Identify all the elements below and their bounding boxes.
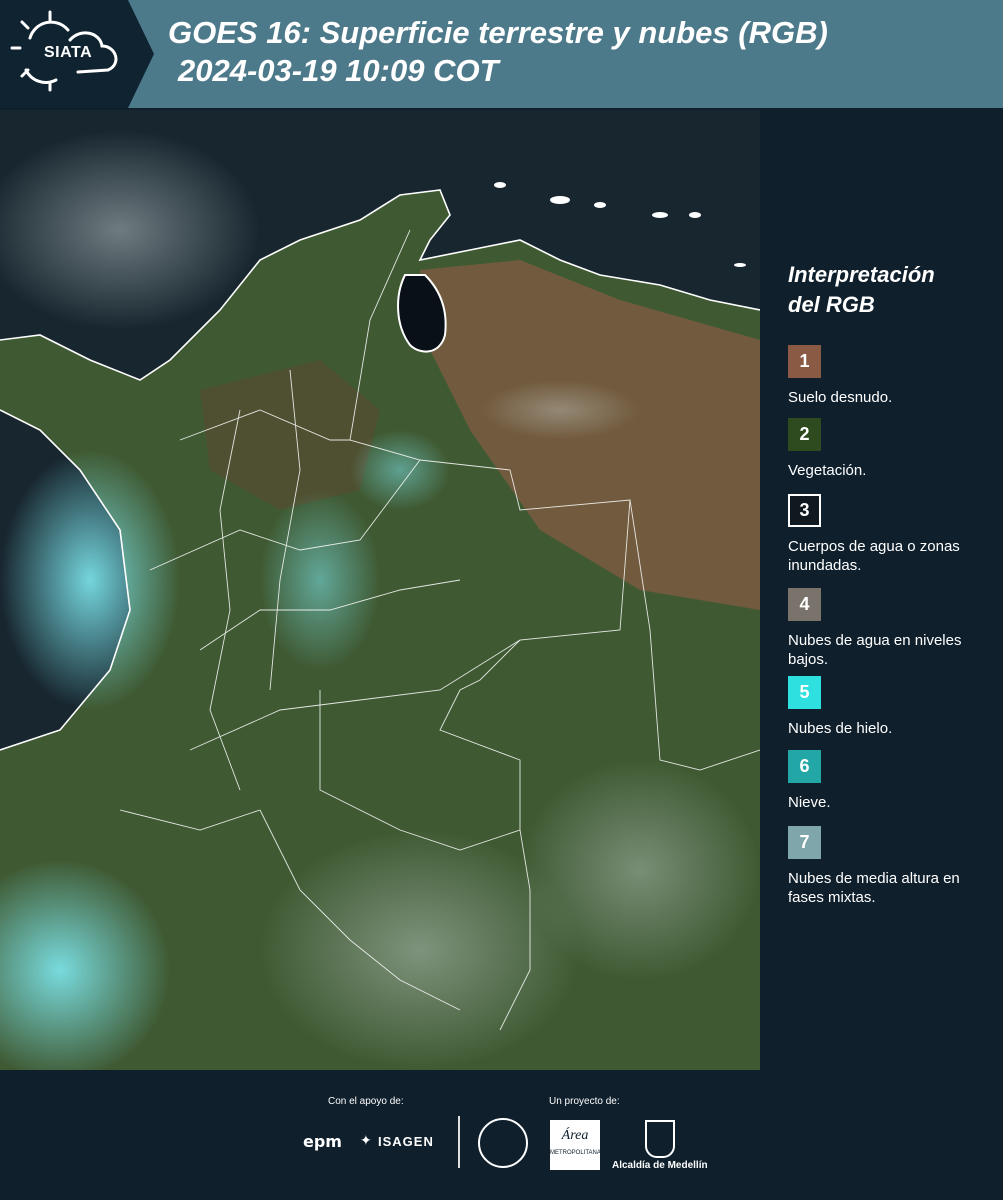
legend-title: Interpretación del RGB <box>788 260 935 320</box>
legend-label: Nubes de hielo. <box>788 720 893 737</box>
legend-item: 3 Cuerpos de agua o zonas inundadas. <box>788 494 998 575</box>
legend-label: Suelo desnudo. <box>788 389 893 406</box>
footer-divider <box>458 1116 460 1168</box>
header: SIATA GOES 16: Superficie terrestre y nu… <box>0 0 1003 108</box>
legend-label: Nieve. <box>788 794 831 811</box>
legend-swatch: 6 <box>788 750 821 783</box>
legend-swatch: 5 <box>788 676 821 709</box>
logo-text: SIATA <box>44 44 93 61</box>
isagen-logo: ISAGEN <box>378 1134 434 1149</box>
legend-swatch: 3 <box>788 494 821 527</box>
legend-item: 7 Nubes de media altura en fases mixtas. <box>788 826 998 907</box>
project-label: Un proyecto de: <box>549 1096 620 1107</box>
title-line-1: GOES 16: Superficie terrestre y nubes (R… <box>168 15 828 50</box>
footer: Con el apoyo de: Un proyecto de: epm ✦ I… <box>0 1070 1003 1200</box>
legend-panel: Interpretación del RGB 1 Suelo desnudo. 2 V… <box>762 110 1003 1070</box>
legend-item: 4 Nubes de agua en niveles bajos. <box>788 588 998 669</box>
alcaldia-label: Alcaldía de Medellín <box>612 1160 708 1171</box>
support-label: Con el apoyo de: <box>328 1096 404 1107</box>
area-metropolitana-logo: Área METROPOLITANA <box>550 1120 601 1170</box>
isagen-icon: ✦ <box>360 1132 372 1148</box>
legend-item: 6 Nieve. <box>788 750 998 812</box>
title-line-2: 2024-03-19 10:09 COT <box>178 53 499 88</box>
satellite-map <box>0 110 760 1070</box>
legend-swatch: 4 <box>788 588 821 621</box>
legend-label: Vegetación. <box>788 462 867 479</box>
legend-item: 1 Suelo desnudo. <box>788 345 998 407</box>
legend-label: Nubes de media altura en fases mixtas. <box>788 870 960 906</box>
legend-swatch: 7 <box>788 826 821 859</box>
satellite-image <box>0 110 760 1070</box>
legend-title-line-1: Interpretación <box>788 262 935 287</box>
legend-swatch: 1 <box>788 345 821 378</box>
epm-logo: epm <box>303 1132 342 1151</box>
legend-swatch: 2 <box>788 418 821 451</box>
legend-label: Nubes de agua en niveles bajos. <box>788 632 962 668</box>
legend-label: Cuerpos de agua o zonas inundadas. <box>788 538 960 574</box>
legend-item: 2 Vegetación. <box>788 418 998 480</box>
page-title: GOES 16: Superficie terrestre y nubes (R… <box>168 14 828 90</box>
logo-arrow <box>128 0 154 108</box>
alcaldia-shield-icon <box>645 1120 675 1158</box>
legend-title-line-2: del RGB <box>788 292 875 317</box>
university-seal-icon <box>478 1118 528 1168</box>
area-sublabel: METROPOLITANA <box>550 1150 601 1156</box>
legend-item: 5 Nubes de hielo. <box>788 676 998 738</box>
siata-logo: SIATA <box>0 0 128 108</box>
area-label: Área <box>561 1128 589 1143</box>
